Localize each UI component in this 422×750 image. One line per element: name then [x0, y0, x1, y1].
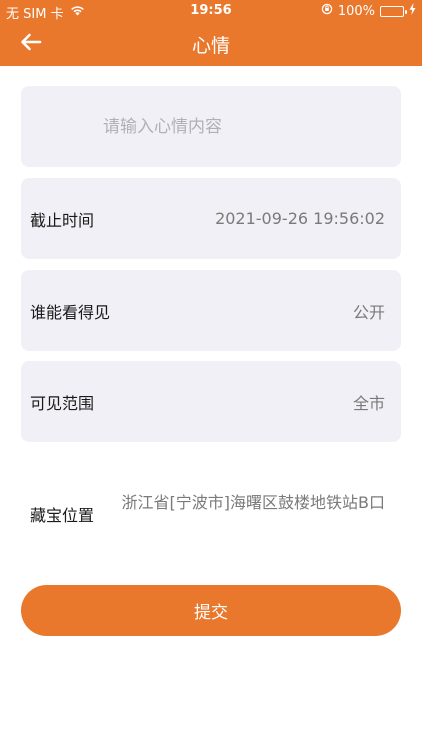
nav-bar: 心情: [0, 22, 422, 66]
location-value: 浙江省[宁波市]海曙区鼓楼地铁站B口: [121, 493, 385, 512]
location-label: 藏宝位置: [30, 506, 95, 525]
battery-percent: 100%: [337, 3, 375, 19]
visibility-row[interactable]: 谁能看得见 公开: [21, 270, 401, 351]
header: 无 SIM 卡 19:56 100% 心情: [0, 0, 422, 66]
deadline-label: 截止时间: [30, 210, 95, 230]
visibility-value: 公开: [352, 302, 385, 322]
mood-input[interactable]: [21, 86, 401, 167]
range-label: 可见范围: [30, 393, 95, 413]
location-row[interactable]: 藏宝位置 浙江省[宁波市]海曙区鼓楼地铁站B口: [21, 472, 401, 556]
deadline-value: 2021-09-26 19:56:02: [215, 209, 385, 228]
mood-input-card: [21, 86, 401, 167]
status-bar: 无 SIM 卡 19:56 100%: [0, 0, 422, 22]
range-row[interactable]: 可见范围 全市: [21, 361, 401, 442]
orientation-lock-icon: [321, 3, 333, 19]
charging-icon: [409, 3, 416, 19]
page-title: 心情: [191, 35, 230, 57]
status-right: 100%: [321, 3, 416, 19]
range-value: 全市: [352, 393, 385, 413]
deadline-row[interactable]: 截止时间 2021-09-26 19:56:02: [21, 178, 401, 259]
battery-icon: [380, 5, 407, 17]
submit-button[interactable]: 提交: [21, 585, 401, 636]
visibility-label: 谁能看得见: [30, 302, 111, 322]
